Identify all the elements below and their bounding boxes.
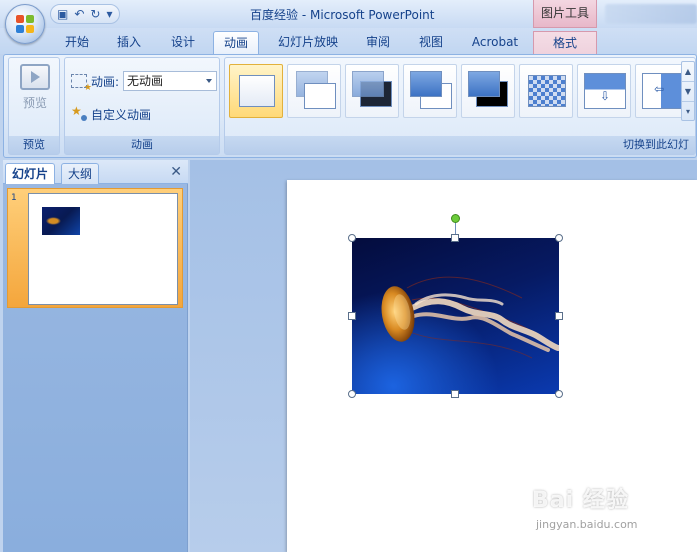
animation-dropdown[interactable]: 无动画 xyxy=(123,71,218,91)
jellyfish-illustration xyxy=(381,276,559,359)
slide-thumbnail-entry[interactable]: 1 xyxy=(7,188,183,308)
gallery-scrollbar[interactable]: ▲ ▼ ▾ xyxy=(681,61,695,121)
resize-handle-top-left[interactable] xyxy=(348,234,356,242)
resize-handle-bottom-right[interactable] xyxy=(555,390,563,398)
picture-tools-title: 图片工具 xyxy=(533,0,597,28)
gallery-down-icon[interactable]: ▼ xyxy=(682,82,694,102)
title-bar: ▣ ↶ ↻ ▾ 百度经验 - Microsoft PowerPoint 图片工具 xyxy=(0,0,697,28)
preview-group-label: 预览 xyxy=(9,136,59,154)
office-logo-icon xyxy=(16,15,34,33)
animation-row: 动画: 无动画 xyxy=(71,70,218,93)
panel-tabs: 幻灯片 大纲 ✕ xyxy=(3,160,188,184)
slide-thumbnail xyxy=(28,193,178,305)
transition-group: ⇩ ⇦ 切换到此幻灯 xyxy=(224,57,696,155)
jellyfish-picture[interactable] xyxy=(352,238,559,394)
transition-fade-smooth[interactable] xyxy=(287,64,341,118)
animation-group: 动画: 无动画 自定义动画 动画 xyxy=(64,57,220,155)
tab-review[interactable]: 审阅 xyxy=(357,31,399,54)
gallery-more-icon[interactable]: ▾ xyxy=(682,102,694,122)
transition-group-label: 切换到此幻灯 xyxy=(225,136,695,154)
animation-label: 动画: xyxy=(91,74,120,89)
slides-panel: 幻灯片 大纲 ✕ 1 xyxy=(3,160,188,552)
preview-label: 预览 xyxy=(22,96,47,110)
tab-slideshow[interactable]: 幻灯片放映 xyxy=(268,31,348,54)
custom-animation-label: 自定义动画 xyxy=(91,107,152,122)
blurred-region xyxy=(605,4,697,24)
quick-access-toolbar: ▣ ↶ ↻ ▾ xyxy=(50,4,120,24)
redo-icon[interactable]: ↻ xyxy=(90,7,100,21)
transition-dissolve[interactable] xyxy=(519,64,573,118)
resize-handle-top-right[interactable] xyxy=(555,234,563,242)
tab-design[interactable]: 设计 xyxy=(162,31,204,54)
undo-icon[interactable]: ↶ xyxy=(74,7,84,21)
ribbon-tabs: 开始 插入 设计 动画 幻灯片放映 审阅 视图 Acrobat 格式 xyxy=(0,28,697,54)
window-title: 百度经验 - Microsoft PowerPoint xyxy=(250,8,435,22)
resize-handle-top[interactable] xyxy=(451,234,459,242)
arrow-down-icon: ⇩ xyxy=(600,89,611,103)
transition-wipe-down[interactable]: ⇩ xyxy=(577,64,631,118)
transition-gallery: ⇩ ⇦ xyxy=(229,64,689,124)
tab-slides[interactable]: 幻灯片 xyxy=(5,163,56,184)
animation-value: 无动画 xyxy=(127,74,164,88)
transition-cut[interactable] xyxy=(403,64,457,118)
office-button[interactable] xyxy=(5,4,45,44)
thumbnail-image xyxy=(42,207,80,235)
resize-handle-bottom-left[interactable] xyxy=(348,390,356,398)
animation-group-label: 动画 xyxy=(65,136,219,154)
chevron-down-icon xyxy=(206,79,213,83)
preview-icon xyxy=(20,64,50,90)
tab-animation[interactable]: 动画 xyxy=(213,31,259,54)
tab-outline[interactable]: 大纲 xyxy=(61,163,100,184)
resize-handle-left[interactable] xyxy=(348,312,356,320)
watermark-sub: jingyan.baidu.com xyxy=(536,518,638,531)
resize-handle-right[interactable] xyxy=(555,312,563,320)
custom-animation-button[interactable]: 自定义动画 xyxy=(71,103,151,125)
arrow-left-icon: ⇦ xyxy=(654,82,665,96)
transition-fade-black[interactable] xyxy=(345,64,399,118)
slide-number: 1 xyxy=(11,193,17,203)
rotation-handle[interactable] xyxy=(451,214,460,223)
tab-format[interactable]: 格式 xyxy=(533,31,597,54)
customize-qat-icon[interactable]: ▾ xyxy=(106,7,112,21)
ribbon: 预览 预览 动画: 无动画 自定义动画 动画 xyxy=(3,54,697,158)
animation-icon xyxy=(71,74,92,93)
resize-handle-bottom[interactable] xyxy=(451,390,459,398)
baidu-watermark: Bai 经验 jingyan.baidu.com xyxy=(532,478,692,538)
preview-button[interactable]: 预览 xyxy=(15,62,55,118)
preview-group: 预览 预览 xyxy=(8,57,60,155)
transition-cut-black[interactable] xyxy=(461,64,515,118)
custom-animation-icon xyxy=(71,104,87,122)
watermark-main: Bai 经验 xyxy=(532,488,629,513)
tab-insert[interactable]: 插入 xyxy=(108,31,150,54)
close-icon[interactable]: ✕ xyxy=(170,164,182,180)
transition-none[interactable] xyxy=(229,64,283,118)
save-icon[interactable]: ▣ xyxy=(57,7,68,21)
tab-home[interactable]: 开始 xyxy=(56,31,98,54)
gallery-up-icon[interactable]: ▲ xyxy=(682,62,694,82)
tab-acrobat[interactable]: Acrobat xyxy=(463,31,527,54)
tab-view[interactable]: 视图 xyxy=(410,31,452,54)
